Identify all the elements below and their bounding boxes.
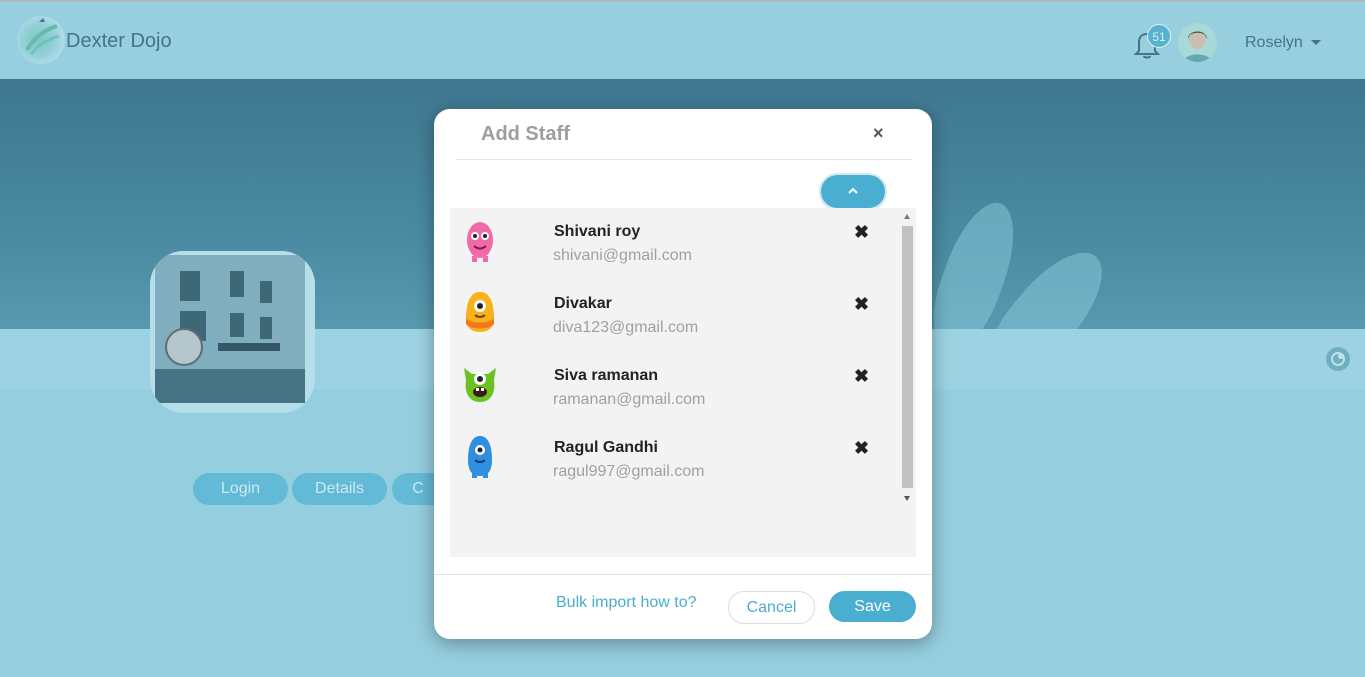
list-item: Divakar diva123@gmail.com ✖ bbox=[450, 280, 900, 352]
modal-title: Add Staff bbox=[481, 123, 570, 145]
staff-name: Ragul Gandhi bbox=[554, 439, 658, 456]
remove-staff-button[interactable]: ✖ bbox=[854, 294, 869, 315]
divider bbox=[456, 159, 912, 160]
list-item: Ragul Gandhi ragul997@gmail.com ✖ bbox=[450, 424, 900, 496]
remove-staff-button[interactable]: ✖ bbox=[854, 438, 869, 459]
scrollbar-thumb[interactable] bbox=[902, 226, 913, 488]
close-icon[interactable]: × bbox=[873, 123, 884, 144]
blue-monster-icon bbox=[460, 432, 500, 480]
list-item: Siva ramanan ramanan@gmail.com ✖ bbox=[450, 352, 900, 424]
staff-name: Siva ramanan bbox=[554, 367, 659, 384]
bulk-import-link[interactable]: Bulk import how to? bbox=[556, 594, 697, 612]
scroll-up-icon[interactable] bbox=[904, 214, 910, 219]
yellow-monster-icon bbox=[460, 288, 500, 336]
save-button[interactable]: Save bbox=[829, 591, 916, 622]
scroll-down-icon[interactable] bbox=[904, 496, 910, 501]
divider bbox=[434, 574, 932, 575]
pink-monster-icon bbox=[460, 216, 500, 264]
staff-email: shivani@gmail.com bbox=[553, 247, 692, 264]
remove-staff-button[interactable]: ✖ bbox=[854, 366, 869, 387]
staff-list[interactable]: Shivani roy shivani@gmail.com ✖ Divakar … bbox=[450, 208, 916, 557]
collapse-list-button[interactable] bbox=[821, 175, 885, 208]
chevron-up-icon bbox=[848, 187, 858, 194]
staff-email: ragul997@gmail.com bbox=[553, 463, 705, 480]
staff-name: Shivani roy bbox=[554, 223, 641, 240]
staff-name: Divakar bbox=[554, 295, 612, 312]
remove-staff-button[interactable]: ✖ bbox=[854, 222, 869, 243]
green-monster-icon bbox=[460, 360, 500, 408]
staff-email: ramanan@gmail.com bbox=[553, 391, 706, 408]
staff-email: diva123@gmail.com bbox=[553, 319, 699, 336]
list-item: Shivani roy shivani@gmail.com ✖ bbox=[450, 208, 900, 280]
add-staff-modal: Add Staff × Shivani roy shivani@gmail.co… bbox=[434, 109, 932, 639]
cancel-button[interactable]: Cancel bbox=[728, 591, 815, 624]
